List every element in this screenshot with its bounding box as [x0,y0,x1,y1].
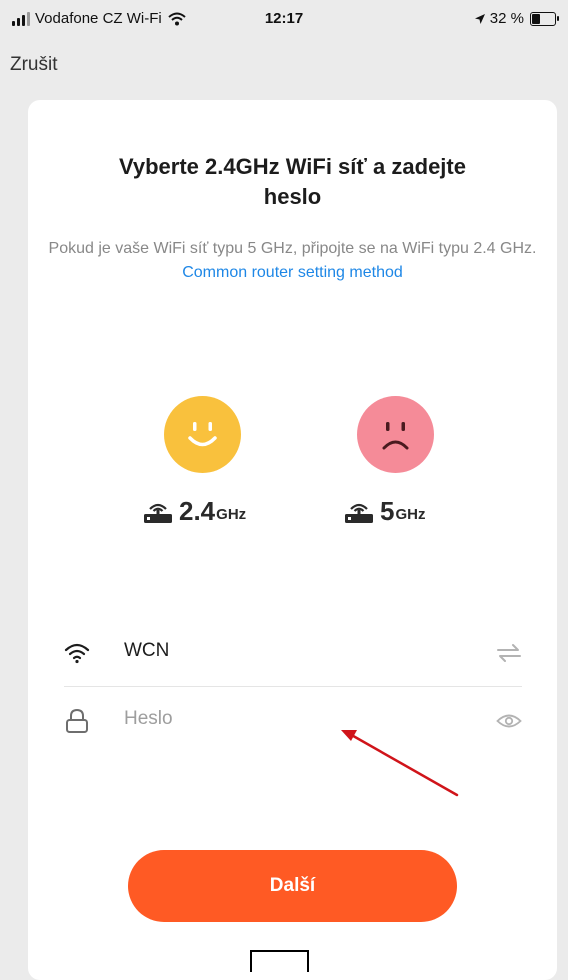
router-icon [144,503,172,523]
router-method-link[interactable]: Common router setting method [182,264,403,281]
status-bar: Vodafone CZ Wi-Fi 12:17 32 % [0,0,568,40]
sad-face-icon [357,396,434,473]
next-button[interactable]: Další [128,850,457,922]
instructions-text: Pokud je vaše WiFi síť typu 5 GHz, připo… [48,240,537,257]
band-value: 2.4 [179,496,216,526]
wifi-icon [64,643,90,664]
router-icon [345,503,373,523]
instructions: Pokud je vaše WiFi síť typu 5 GHz, připo… [48,237,537,285]
band-unit: GHz [395,506,426,523]
battery-fill [532,13,540,24]
wifi-network-name: WCN [124,640,170,661]
bottom-handle [250,950,309,972]
page-title: Vyberte 2.4GHz WiFi síť a zadejte heslo [119,154,466,209]
cancel-button[interactable]: Zrušit [10,54,58,76]
happy-face-icon [164,396,241,473]
wifi-setup-card: Vyberte 2.4GHz WiFi síť a zadejte heslo … [28,100,557,980]
location-icon [474,13,485,24]
status-right: 32 % [474,10,559,27]
wifi-network-field[interactable]: WCN [64,620,522,687]
band-value: 5 [380,496,395,526]
password-field[interactable]: Heslo [64,688,522,754]
eye-icon[interactable] [496,710,522,732]
lock-icon [66,708,88,733]
switch-network-icon[interactable] [496,642,522,664]
band-2-4ghz: 2.4 GHz [143,498,246,524]
band-5ghz: 5 GHz [344,498,425,524]
band-unit: GHz [216,506,247,523]
password-placeholder: Heslo [124,708,173,729]
battery-percent: 32 % [489,10,524,27]
battery-icon [530,11,559,26]
